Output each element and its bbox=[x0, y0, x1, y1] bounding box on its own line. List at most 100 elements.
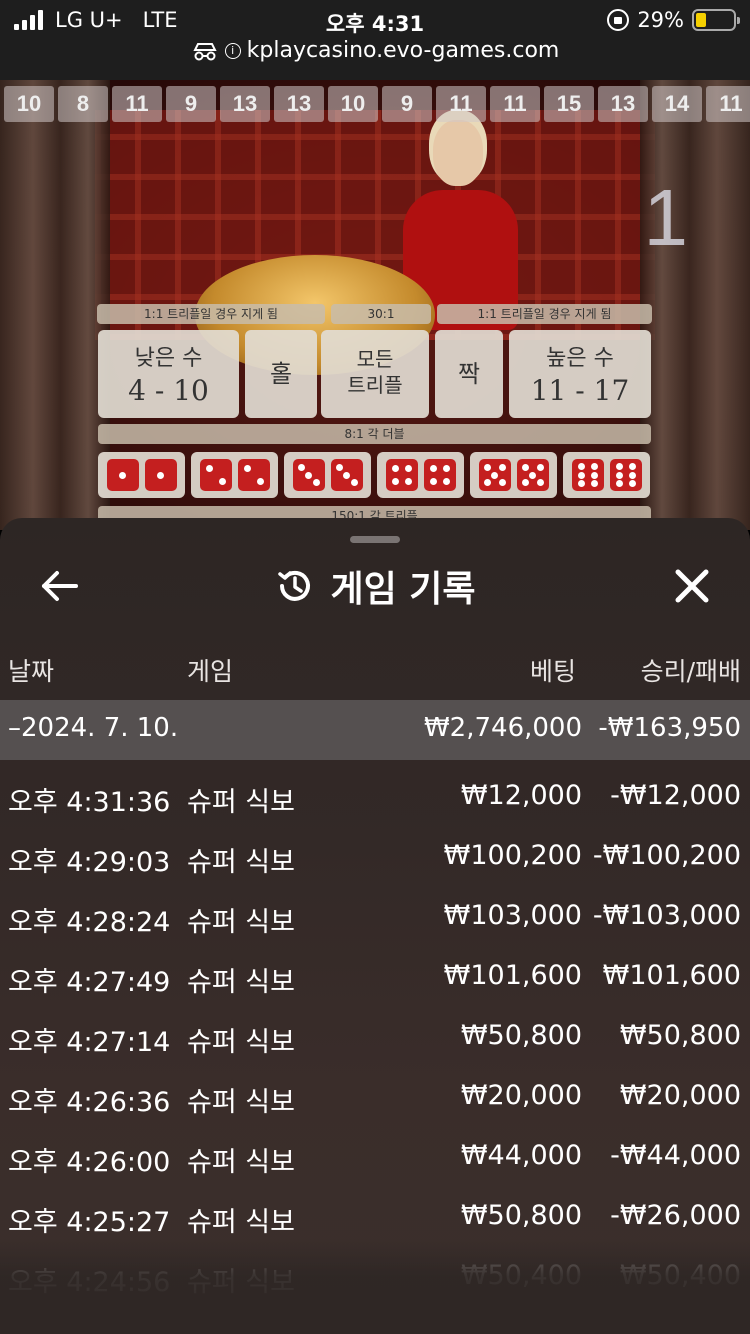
die-face-2-icon bbox=[199, 459, 232, 491]
row-time: 오후 4:29:03 bbox=[8, 847, 171, 878]
bet-double-1[interactable] bbox=[98, 452, 185, 498]
history-result: 11 bbox=[436, 86, 486, 122]
row-game: 슈퍼 식보 bbox=[187, 1027, 295, 1058]
bet-any-triple-line2: 트리플 bbox=[347, 373, 403, 397]
row-result: ₩101,600 bbox=[602, 960, 741, 991]
history-list: 오후 4:31:36 슈퍼 식보 ₩12,000 -₩12,000 오후 4:29:03… bbox=[0, 766, 750, 1306]
bet-any-triple[interactable]: 모든 트리플 bbox=[321, 330, 429, 418]
bet-small-label: 낮은 수 bbox=[134, 346, 203, 371]
history-result: 10 bbox=[328, 86, 378, 122]
date-group-row[interactable]: –2024. 7. 10. ₩2,746,000 -₩163,950 bbox=[0, 700, 750, 760]
sheet-title: 게임 기록 bbox=[0, 560, 750, 612]
die-face-4-icon bbox=[423, 459, 456, 491]
die-face-4-icon bbox=[385, 459, 418, 491]
row-game: 슈퍼 식보 bbox=[187, 847, 295, 878]
result-history: 10 8 11 9 13 13 10 9 11 11 15 13 14 11 bbox=[4, 86, 750, 122]
sheet-title-text: 게임 기록 bbox=[330, 569, 476, 610]
bet-odd[interactable]: 홀 bbox=[245, 330, 317, 418]
row-result: ₩50,800 bbox=[619, 1020, 741, 1051]
row-bet: ₩101,600 bbox=[443, 960, 582, 991]
column-result: 승리/패배 bbox=[640, 657, 741, 686]
date-group-bet-total: ₩2,746,000 bbox=[423, 713, 582, 743]
info-icon[interactable]: i bbox=[224, 42, 241, 59]
odds-small: 1:1 트리플일 경우 지게 됨 bbox=[97, 304, 325, 324]
history-result: 9 bbox=[382, 86, 432, 122]
rotation-lock-icon bbox=[607, 9, 630, 31]
live-game-view: 1 10 8 11 9 13 13 10 9 11 11 15 13 14 11 1:1 트리플일 경우 … bbox=[0, 80, 750, 530]
bet-odd-label: 홀 bbox=[269, 360, 293, 388]
die-face-5-icon bbox=[478, 459, 511, 491]
odds-doubles: 8:1 각 더블 bbox=[98, 424, 651, 444]
close-icon bbox=[675, 569, 709, 603]
row-game: 슈퍼 식보 bbox=[187, 967, 295, 998]
column-game: 게임 bbox=[187, 657, 234, 686]
doubles-bets bbox=[98, 452, 650, 498]
row-game: 슈퍼 식보 bbox=[187, 1147, 295, 1178]
bet-big-range: 11 - 17 bbox=[530, 374, 630, 407]
die-face-5-icon bbox=[516, 459, 549, 491]
bet-even-label: 짝 bbox=[457, 360, 481, 388]
history-row[interactable]: 오후 4:26:36 슈퍼 식보 ₩20,000 ₩20,000 bbox=[0, 1066, 750, 1126]
history-row[interactable]: 오후 4:31:36 슈퍼 식보 ₩12,000 -₩12,000 bbox=[0, 766, 750, 826]
die-face-6-icon bbox=[571, 459, 604, 491]
row-time: 오후 4:28:24 bbox=[8, 907, 171, 938]
status-bar: LG U+ LTE 오후 4:31 29% i kplaycasino.evo-… bbox=[0, 0, 750, 80]
row-bet: ₩50,800 bbox=[460, 1200, 582, 1231]
status-right: 29% bbox=[607, 8, 740, 32]
url-text: kplaycasino.evo-games.com bbox=[246, 38, 560, 63]
row-result: ₩20,000 bbox=[619, 1080, 741, 1111]
history-icon bbox=[278, 570, 311, 601]
row-result: -₩26,000 bbox=[610, 1200, 741, 1231]
row-result: -₩44,000 bbox=[610, 1140, 741, 1171]
history-row[interactable]: 오후 4:26:00 슈퍼 식보 ₩44,000 -₩44,000 bbox=[0, 1126, 750, 1186]
row-result: -₩12,000 bbox=[610, 780, 741, 811]
row-result: -₩100,200 bbox=[592, 840, 741, 871]
history-row[interactable]: 오후 4:29:03 슈퍼 식보 ₩100,200 -₩100,200 bbox=[0, 826, 750, 886]
bet-double-5[interactable] bbox=[470, 452, 557, 498]
history-row[interactable]: 오후 4:27:14 슈퍼 식보 ₩50,800 ₩50,800 bbox=[0, 1006, 750, 1066]
bet-even[interactable]: 짝 bbox=[435, 330, 503, 418]
row-bet: ₩12,000 bbox=[460, 780, 582, 811]
die-face-6-icon bbox=[609, 459, 642, 491]
history-row[interactable]: 오후 4:28:24 슈퍼 식보 ₩103,000 -₩103,000 bbox=[0, 886, 750, 946]
die-face-3-icon bbox=[292, 459, 325, 491]
history-result: 13 bbox=[274, 86, 324, 122]
history-result: 11 bbox=[706, 86, 750, 122]
list-fade bbox=[0, 1238, 750, 1334]
battery-icon bbox=[692, 9, 740, 31]
sheet-grabber[interactable] bbox=[350, 536, 400, 543]
bet-big-label: 높은 수 bbox=[546, 346, 614, 371]
row-time: 오후 4:26:36 bbox=[8, 1087, 171, 1118]
close-button[interactable] bbox=[670, 564, 714, 608]
history-result: 15 bbox=[544, 86, 594, 122]
die-face-1-icon bbox=[106, 459, 139, 491]
bet-double-6[interactable] bbox=[563, 452, 650, 498]
bet-double-2[interactable] bbox=[191, 452, 278, 498]
bet-small-range: 4 - 10 bbox=[128, 374, 209, 407]
row-time: 오후 4:31:36 bbox=[8, 787, 171, 818]
history-row[interactable]: 오후 4:27:49 슈퍼 식보 ₩101,600 ₩101,600 bbox=[0, 946, 750, 1006]
odds-big: 1:1 트리플일 경우 지게 됨 bbox=[437, 304, 652, 324]
curtain-right bbox=[640, 80, 750, 530]
bet-big[interactable]: 높은 수 11 - 17 bbox=[509, 330, 651, 418]
address-bar[interactable]: i kplaycasino.evo-games.com bbox=[0, 38, 750, 63]
row-game: 슈퍼 식보 bbox=[187, 1087, 295, 1118]
history-result: 14 bbox=[652, 86, 702, 122]
table-header: 날짜 게임 베팅 승리/패배 bbox=[0, 652, 750, 688]
column-bet: 베팅 bbox=[529, 657, 576, 686]
history-result: 13 bbox=[220, 86, 270, 122]
row-time: 오후 4:26:00 bbox=[8, 1147, 171, 1178]
row-game: 슈퍼 식보 bbox=[187, 907, 295, 938]
history-result: 11 bbox=[490, 86, 540, 122]
die-face-2-icon bbox=[237, 459, 270, 491]
row-bet: ₩103,000 bbox=[443, 900, 582, 931]
history-row[interactable]: 오후 4:25:27 슈퍼 식보 ₩50,800 -₩26,000 bbox=[0, 1186, 750, 1246]
history-result: 13 bbox=[598, 86, 648, 122]
history-result: 11 bbox=[112, 86, 162, 122]
bet-double-3[interactable] bbox=[284, 452, 371, 498]
row-time: 오후 4:27:49 bbox=[8, 967, 171, 998]
bet-double-4[interactable] bbox=[377, 452, 464, 498]
history-result: 9 bbox=[166, 86, 216, 122]
die-face-1-icon bbox=[144, 459, 177, 491]
bet-small[interactable]: 낮은 수 4 - 10 bbox=[98, 330, 239, 418]
